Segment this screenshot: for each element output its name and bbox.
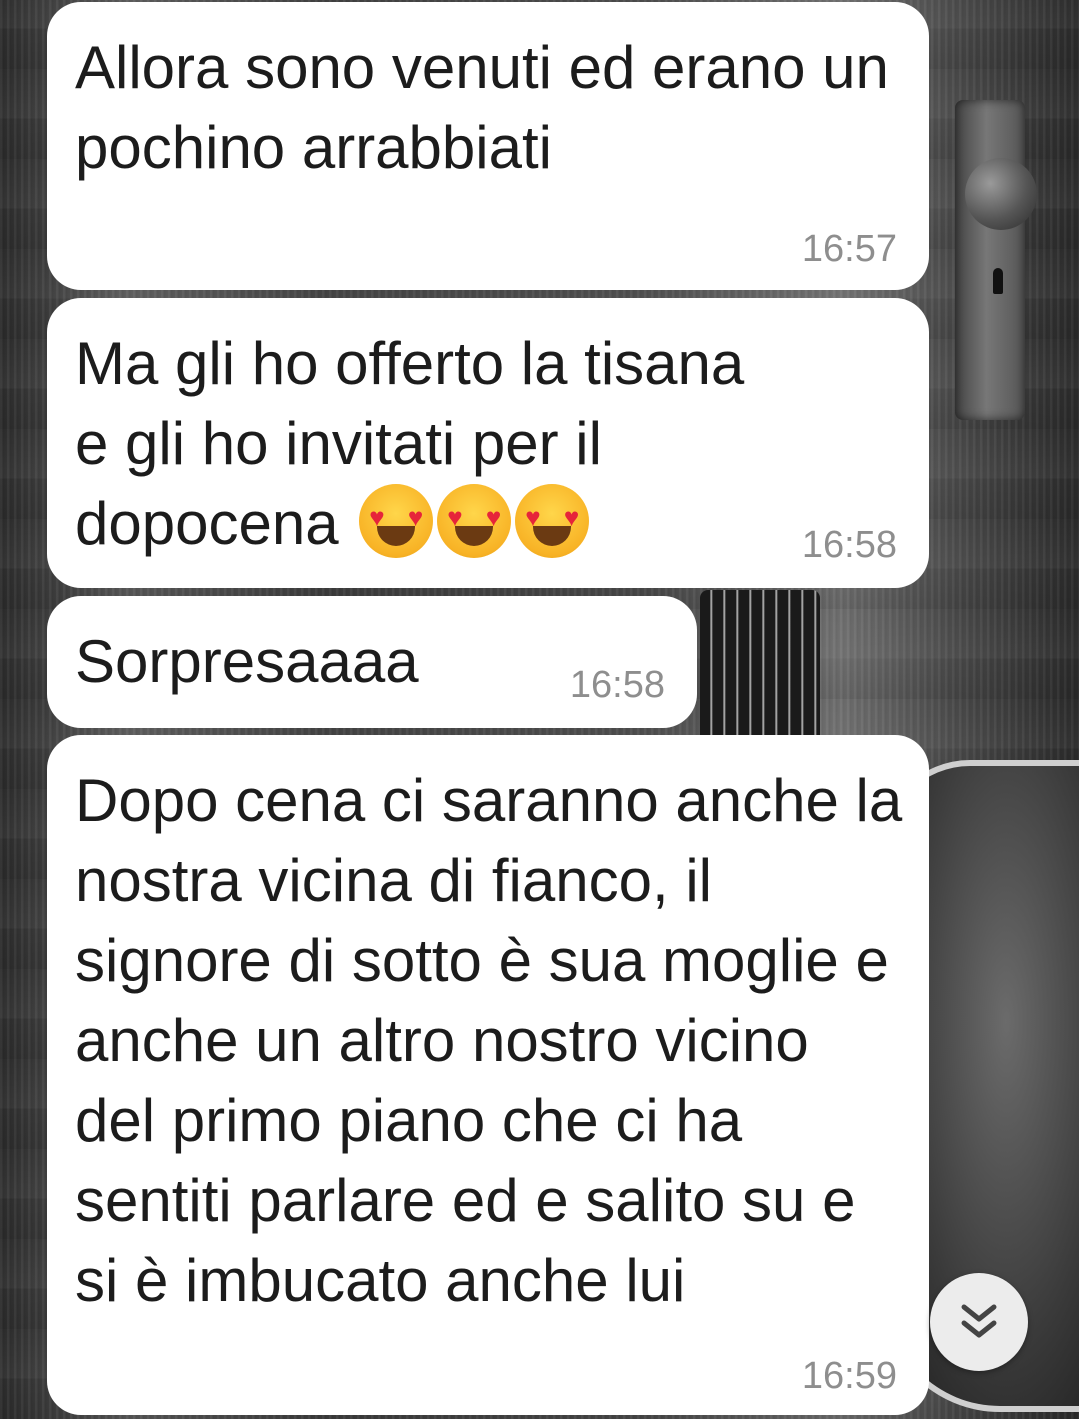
message-time: 16:57 <box>801 228 897 270</box>
message-time: 16:58 <box>801 524 897 566</box>
message-text: Ma gli ho offerto la tisana e gli ho inv… <box>75 324 775 564</box>
heart-eyes-emoji-icon: ♥ ♥ <box>359 484 434 558</box>
message-bubble[interactable]: Ma gli ho offerto la tisana e gli ho inv… <box>47 298 929 588</box>
wallpaper-keyhole <box>993 268 1003 294</box>
wallpaper-door-plate <box>955 100 1025 420</box>
message-text: Allora sono venuti ed erano un pochino a… <box>75 34 889 181</box>
message-time: 16:58 <box>569 664 665 706</box>
scroll-to-bottom-button[interactable] <box>930 1273 1028 1371</box>
heart-eyes-emoji-icon: ♥ ♥ <box>437 484 512 558</box>
heart-eyes-emoji-icon: ♥ ♥ <box>515 484 590 558</box>
message-time: 16:59 <box>801 1355 897 1397</box>
message-bubble[interactable]: Allora sono venuti ed erano un pochino a… <box>47 2 929 290</box>
double-chevron-down-icon <box>961 1304 997 1338</box>
wallpaper-guitar-neck <box>700 590 820 750</box>
message-text: Dopo cena ci saranno anche la nostra vic… <box>75 767 903 1314</box>
message-bubble[interactable]: Dopo cena ci saranno anche la nostra vic… <box>47 735 929 1415</box>
wallpaper-door-knob <box>965 158 1037 230</box>
message-bubble[interactable]: Sorpresaaaa 16:58 <box>47 596 697 728</box>
